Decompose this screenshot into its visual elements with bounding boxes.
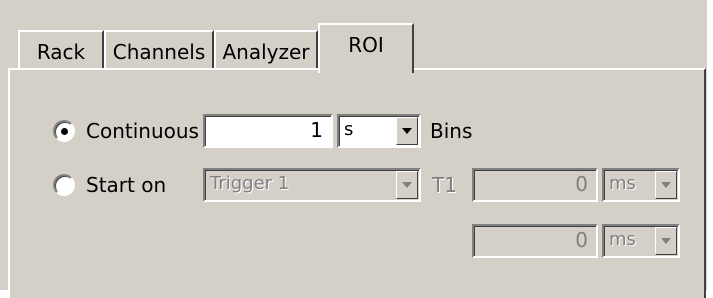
dropdown-button[interactable]: [396, 171, 418, 199]
dropdown-button[interactable]: [655, 227, 677, 255]
bins-value-input[interactable]: 1: [203, 114, 333, 148]
tab-label: Analyzer: [222, 40, 310, 64]
trigger-select[interactable]: Trigger 1: [203, 168, 421, 202]
chevron-down-icon: [402, 182, 412, 188]
t1-label: T1: [432, 173, 457, 197]
trigger-value: Trigger 1: [210, 173, 290, 194]
t2-unit-value: ms: [609, 229, 636, 250]
unit-value: s: [344, 119, 354, 140]
chevron-down-icon: [661, 182, 671, 188]
dropdown-button[interactable]: [655, 171, 677, 199]
chevron-down-icon: [402, 128, 412, 134]
bins-label: Bins: [430, 119, 473, 143]
tab-rack[interactable]: Rack: [18, 30, 104, 70]
bins-unit-select[interactable]: s: [337, 114, 421, 148]
dropdown-button[interactable]: [396, 117, 418, 145]
right-edge: [707, 0, 713, 290]
start-on-label: Start on: [86, 173, 167, 197]
t1-value-input[interactable]: 0: [472, 168, 598, 202]
tab-label: Channels: [112, 40, 206, 64]
continuous-label: Continuous: [86, 119, 199, 143]
t2-value-input[interactable]: 0: [472, 224, 598, 258]
tab-roi[interactable]: ROI: [318, 23, 414, 73]
t1-unit-value: ms: [609, 173, 636, 194]
chevron-down-icon: [661, 238, 671, 244]
tab-label: ROI: [348, 33, 384, 57]
radio-dot: [61, 128, 68, 135]
continuous-radio[interactable]: [53, 120, 75, 142]
start-on-radio[interactable]: [53, 174, 75, 196]
tab-label: Rack: [36, 40, 86, 64]
t1-unit-select[interactable]: ms: [602, 168, 680, 202]
tab-analyzer[interactable]: Analyzer: [214, 30, 318, 70]
tab-channels[interactable]: Channels: [104, 30, 214, 70]
t2-unit-select[interactable]: ms: [602, 224, 680, 258]
